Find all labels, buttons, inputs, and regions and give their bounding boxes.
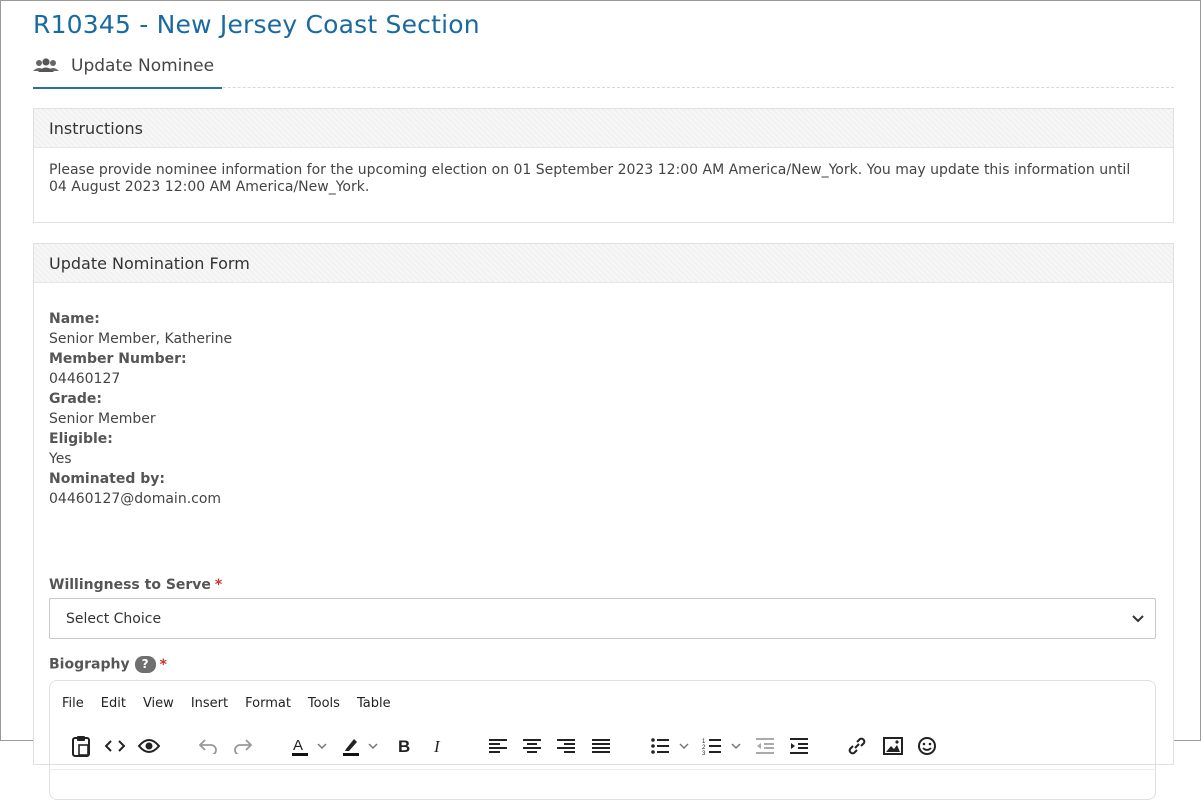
undo-icon[interactable] <box>197 734 219 758</box>
detail-value-name: Senior Member, Katherine <box>49 331 233 347</box>
align-right-icon[interactable] <box>555 734 577 758</box>
editor-toolbar: A B I 1 2 3 <box>70 734 1150 758</box>
source-code-icon[interactable] <box>104 734 126 758</box>
text-color-icon[interactable]: A <box>290 734 330 758</box>
menu-tools[interactable]: Tools <box>308 696 340 711</box>
menu-file[interactable]: File <box>62 696 84 711</box>
nominee-details: Name: Senior Member, Katherine Member Nu… <box>49 309 232 509</box>
emoji-icon[interactable] <box>916 734 938 758</box>
tab-bar: Update Nominee <box>33 45 1174 89</box>
instructions-body: Please provide nominee information for t… <box>34 148 1173 196</box>
detail-value-grade: Senior Member <box>49 411 156 427</box>
instructions-panel: Instructions Please provide nominee info… <box>33 108 1174 223</box>
justify-icon[interactable] <box>590 734 612 758</box>
detail-label-eligible: Eligible: <box>49 431 113 447</box>
menu-table[interactable]: Table <box>357 696 391 711</box>
image-icon[interactable] <box>882 734 904 758</box>
biography-label-text: Biography <box>49 656 130 673</box>
svg-text:I: I <box>433 737 441 755</box>
help-icon[interactable]: ? <box>134 656 156 673</box>
paste-icon[interactable] <box>70 734 92 758</box>
chevron-down-icon <box>1131 611 1145 625</box>
menu-edit[interactable]: Edit <box>101 696 126 711</box>
willingness-select-value: Select Choice <box>66 610 162 627</box>
nomination-form-panel: Update Nomination Form Name: Senior Memb… <box>33 243 1174 800</box>
svg-text:3: 3 <box>702 751 706 755</box>
detail-label-name: Name: <box>49 311 100 327</box>
highlight-icon[interactable] <box>341 734 381 758</box>
svg-text:A: A <box>293 737 303 754</box>
biography-editor[interactable]: File Edit View Insert Format Tools Table <box>49 680 1156 800</box>
menu-view[interactable]: View <box>143 696 174 711</box>
users-icon <box>33 57 59 75</box>
preview-icon[interactable] <box>137 734 161 758</box>
italic-icon[interactable]: I <box>428 734 450 758</box>
bold-icon[interactable]: B <box>394 734 416 758</box>
editor-menubar: File Edit View Insert Format Tools Table <box>62 696 408 711</box>
detail-label-member-number: Member Number: <box>49 351 187 367</box>
bullet-list-icon[interactable] <box>650 734 694 758</box>
outdent-icon[interactable] <box>754 734 776 758</box>
align-left-icon[interactable] <box>487 734 509 758</box>
menu-insert[interactable]: Insert <box>191 696 228 711</box>
instructions-line-1: Please provide nominee information for t… <box>49 162 1131 178</box>
required-marker: * <box>214 577 223 593</box>
detail-label-grade: Grade: <box>49 391 102 407</box>
required-marker: * <box>159 656 167 673</box>
tab-update-nominee[interactable]: Update Nominee <box>33 45 222 89</box>
page-title: R10345 - New Jersey Coast Section <box>33 10 480 39</box>
detail-label-nominated-by: Nominated by: <box>49 471 165 487</box>
detail-value-nominated-by: 04460127@domain.com <box>49 491 222 507</box>
biography-label: Biography? * <box>49 656 167 673</box>
redo-icon[interactable] <box>232 734 254 758</box>
instructions-line-2: 04 August 2023 12:00 AM America/New_York… <box>49 179 370 195</box>
instructions-header: Instructions <box>34 109 1173 148</box>
menu-format[interactable]: Format <box>245 696 291 711</box>
align-center-icon[interactable] <box>521 734 543 758</box>
form-header: Update Nomination Form <box>34 244 1173 283</box>
willingness-label-text: Willingness to Serve <box>49 577 211 593</box>
detail-value-member-number: 04460127 <box>49 371 121 387</box>
willingness-select[interactable]: Select Choice <box>49 598 1156 639</box>
numbered-list-icon[interactable]: 123 <box>702 734 746 758</box>
tab-label: Update Nominee <box>71 56 215 76</box>
toolbar-divider <box>50 769 1155 770</box>
indent-icon[interactable] <box>788 734 810 758</box>
svg-text:B: B <box>398 737 410 755</box>
link-icon[interactable] <box>846 734 868 758</box>
detail-value-eligible: Yes <box>49 451 72 467</box>
willingness-label: Willingness to Serve * <box>49 577 222 593</box>
